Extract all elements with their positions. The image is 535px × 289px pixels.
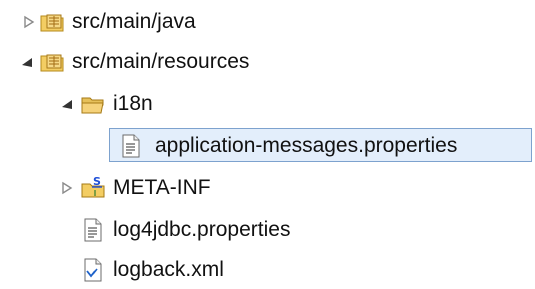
tree-item-meta-inf[interactable]: S META-INF bbox=[0, 168, 535, 208]
tree-item-i18n[interactable]: i18n bbox=[0, 84, 535, 124]
properties-file-icon bbox=[84, 218, 102, 242]
chevron-right-icon[interactable] bbox=[22, 14, 36, 30]
tree-item-src-main-resources[interactable]: src/main/resources bbox=[0, 42, 535, 82]
expanded-triangle-icon[interactable] bbox=[60, 96, 74, 112]
tree-item-application-messages-properties[interactable]: application-messages.properties bbox=[0, 126, 535, 166]
tree-item-label: application-messages.properties bbox=[155, 134, 458, 157]
tree-item-src-main-java[interactable]: src/main/java bbox=[0, 2, 535, 42]
tree-item-label: META-INF bbox=[113, 176, 211, 199]
xml-file-icon bbox=[84, 258, 102, 282]
svg-text:S: S bbox=[93, 175, 101, 188]
open-folder-icon bbox=[81, 97, 104, 114]
package-folder-icon bbox=[40, 54, 64, 72]
project-explorer-tree: src/main/java src/main/resources i18n ap… bbox=[0, 0, 535, 289]
expanded-triangle-icon[interactable] bbox=[20, 54, 34, 70]
tree-item-label: log4jdbc.properties bbox=[113, 218, 291, 241]
properties-file-icon bbox=[122, 134, 140, 158]
tree-item-label: logback.xml bbox=[113, 258, 224, 281]
tree-item-log4jdbc-properties[interactable]: log4jdbc.properties bbox=[0, 210, 535, 250]
package-folder-icon bbox=[40, 14, 64, 32]
tree-item-label: src/main/resources bbox=[72, 50, 250, 73]
tree-item-logback-xml[interactable]: logback.xml bbox=[0, 250, 535, 289]
chevron-right-icon[interactable] bbox=[60, 180, 74, 196]
spring-folder-icon: S bbox=[81, 175, 105, 198]
tree-item-label: i18n bbox=[113, 92, 153, 115]
tree-item-label: src/main/java bbox=[72, 10, 196, 33]
